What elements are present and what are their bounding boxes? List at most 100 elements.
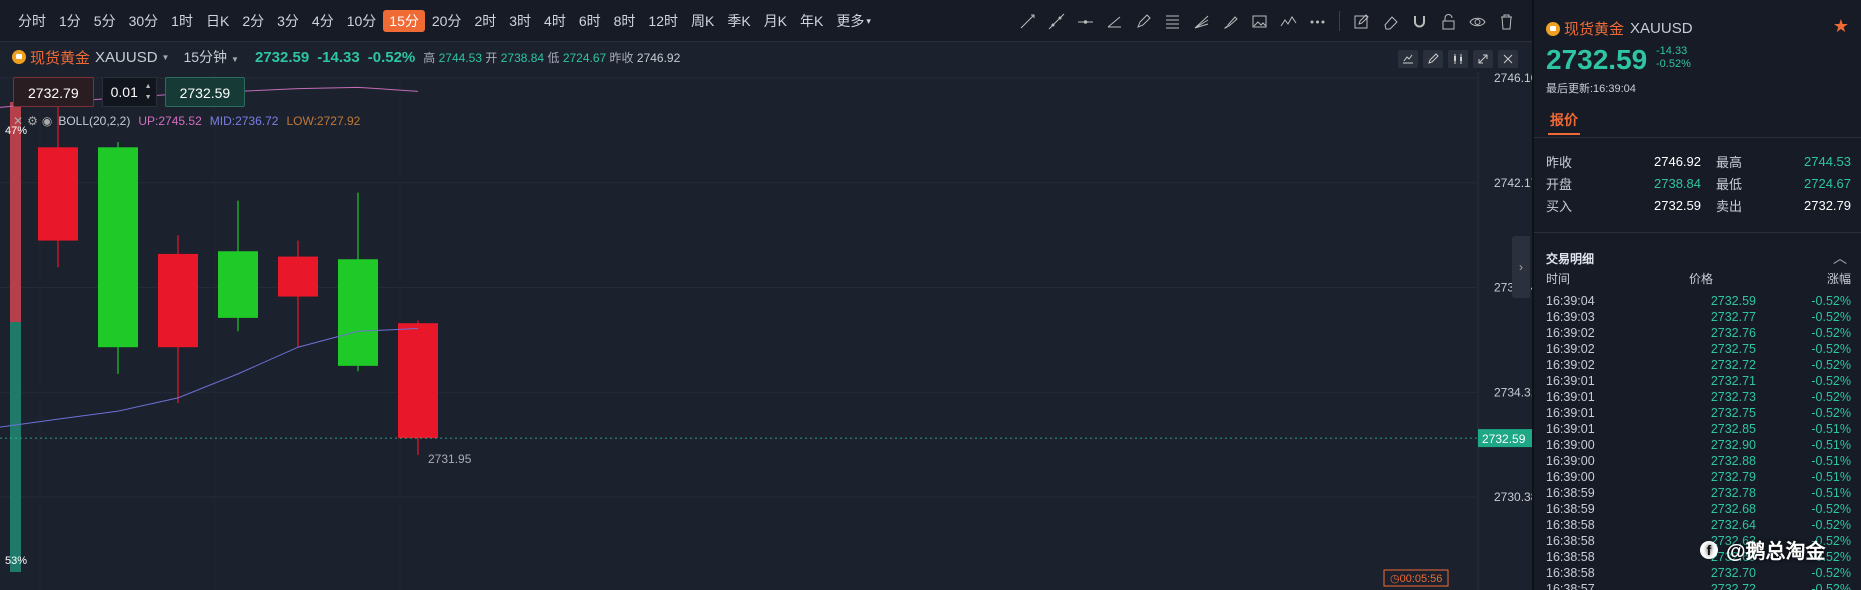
trade-change: -0.52% xyxy=(1811,390,1851,404)
collapse-panel-button[interactable]: › xyxy=(1512,236,1530,298)
divider xyxy=(1534,232,1861,233)
quantity-stepper[interactable]: 0.01 ▲ ▼ xyxy=(101,77,157,107)
fibonacci-icon[interactable] xyxy=(1161,10,1184,33)
period-2[interactable]: 5分 xyxy=(88,10,122,32)
fullscreen-icon[interactable] xyxy=(1473,50,1493,68)
prev-close-value: 2746.92 xyxy=(636,50,681,65)
period-3[interactable]: 30分 xyxy=(123,10,165,32)
panel-header: 现货黄金 XAUUSD xyxy=(1546,18,1693,39)
fan-icon[interactable] xyxy=(1190,10,1213,33)
horizontal-line-icon[interactable] xyxy=(1074,10,1097,33)
trend-angle-icon[interactable] xyxy=(1103,10,1126,33)
close-icon[interactable] xyxy=(1498,50,1518,68)
col-time: 时间 xyxy=(1546,272,1571,286)
quote-label: 最高 xyxy=(1716,154,1743,170)
trade-time: 16:39:00 xyxy=(1546,454,1595,468)
interval-label: 15分钟 xyxy=(183,49,228,65)
eye-icon[interactable]: ◉ xyxy=(42,114,52,128)
magnet-icon[interactable] xyxy=(1408,10,1431,33)
period-16[interactable]: 8时 xyxy=(608,10,642,32)
candle-style-icon[interactable] xyxy=(1448,50,1468,68)
quote-value: 2732.59 xyxy=(1654,197,1701,213)
more-periods-button[interactable]: 更多 ▾ xyxy=(830,10,877,32)
y-tick-label: 2742.17 xyxy=(1494,176,1532,190)
period-1[interactable]: 1分 xyxy=(53,10,87,32)
symbol-dropdown-icon[interactable]: ▼ xyxy=(162,53,170,62)
trade-change: -0.52% xyxy=(1811,310,1851,324)
symbol-name[interactable]: 现货黄金 xyxy=(30,47,90,68)
ohlc-summary: 高 2744.53 开 2738.84 低 2724.67 昨收 2746.92 xyxy=(423,49,680,66)
period-4[interactable]: 1时 xyxy=(165,10,199,32)
quote-row: 开盘 2738.84 最低 2724.67 xyxy=(1546,172,1851,194)
tab-quote[interactable]: 报价 xyxy=(1550,110,1578,130)
period-0[interactable]: 分时 xyxy=(12,10,52,32)
chart-type-icon[interactable] xyxy=(1398,50,1418,68)
period-5[interactable]: 日K xyxy=(200,10,235,32)
period-12[interactable]: 2时 xyxy=(468,10,502,32)
toolbar-separator xyxy=(1339,11,1340,31)
chevron-up-icon[interactable]: ︿ xyxy=(1833,248,1847,268)
period-18[interactable]: 周K xyxy=(685,10,720,32)
favorite-star-icon[interactable]: ★ xyxy=(1833,16,1849,37)
price-chart[interactable]: 2746.102742.172738.242734.312730.3847%53… xyxy=(0,72,1532,590)
period-toolbar: 分时 1分 5分 30分 1时 日K 2分 3分 4分 10分 15分 20分 2时 3时 4时 6时 8时 12… xyxy=(0,0,1532,42)
trade-change: -0.52% xyxy=(1811,582,1851,590)
trade-price: 2732.72 xyxy=(1710,582,1756,590)
ray-icon[interactable] xyxy=(1016,10,1039,33)
close-indicator-icon[interactable]: ✕ xyxy=(13,114,23,128)
trade-change: -0.52% xyxy=(1811,342,1851,356)
trade-price: 2732.85 xyxy=(1710,422,1756,436)
trade-time: 16:38:57 xyxy=(1546,582,1595,590)
period-11[interactable]: 20分 xyxy=(426,10,468,32)
prev-close-label: 昨收 xyxy=(609,50,634,65)
period-20[interactable]: 月K xyxy=(758,10,793,32)
buy-button[interactable]: 2732.59 xyxy=(164,77,246,107)
candle-body xyxy=(98,147,138,348)
brush-icon[interactable] xyxy=(1219,10,1242,33)
boll-legend: ✕ ⚙ ◉ BOLL(20,2,2) UP:2745.52 MID:2736.7… xyxy=(13,113,360,129)
period-15[interactable]: 6时 xyxy=(573,10,607,32)
interval-selector[interactable]: 15分钟 ▼ xyxy=(183,47,239,67)
image-icon[interactable] xyxy=(1248,10,1271,33)
lock-icon[interactable] xyxy=(1437,10,1460,33)
period-14[interactable]: 4时 xyxy=(538,10,572,32)
trade-change: -0.52% xyxy=(1811,358,1851,372)
symbol-code[interactable]: XAUUSD xyxy=(95,49,158,66)
trade-time: 16:39:02 xyxy=(1546,358,1595,372)
period-13[interactable]: 3时 xyxy=(503,10,537,32)
trash-icon[interactable] xyxy=(1495,10,1518,33)
last-price-tag: 2732.59 xyxy=(1482,432,1526,446)
zigzag-icon[interactable] xyxy=(1277,10,1300,33)
trades-header: 时间 价格 涨幅 xyxy=(1546,270,1851,287)
last-updated: 最后更新:16:39:04 xyxy=(1546,83,1636,95)
eye-icon[interactable] xyxy=(1466,10,1489,33)
trade-price: 2732.73 xyxy=(1710,390,1756,404)
trade-price: 2732.78 xyxy=(1710,486,1756,500)
pen-icon[interactable] xyxy=(1132,10,1155,33)
settings-icon[interactable]: ⚙ xyxy=(27,114,38,128)
period-17[interactable]: 12时 xyxy=(642,10,684,32)
sell-button[interactable]: 2732.79 xyxy=(13,77,94,107)
trade-time: 16:38:58 xyxy=(1546,518,1595,532)
edit-note-icon[interactable] xyxy=(1350,10,1373,33)
period-10[interactable]: 15分 xyxy=(383,9,425,32)
period-7[interactable]: 3分 xyxy=(271,10,305,32)
low-marker-label: 2731.95 xyxy=(428,452,472,466)
trade-time: 16:38:58 xyxy=(1546,566,1595,580)
more-dots-icon[interactable] xyxy=(1306,10,1329,33)
period-21[interactable]: 年K xyxy=(794,10,829,32)
extended-line-icon[interactable] xyxy=(1045,10,1068,33)
candle-body xyxy=(218,251,258,318)
high-label: 高 xyxy=(423,50,436,65)
period-19[interactable]: 季K xyxy=(721,10,756,32)
period-9[interactable]: 10分 xyxy=(341,10,383,32)
stepper-arrows-icon[interactable]: ▲ ▼ xyxy=(145,81,152,103)
period-6[interactable]: 2分 xyxy=(236,10,270,32)
trade-time: 16:39:03 xyxy=(1546,310,1595,324)
eraser-icon[interactable] xyxy=(1379,10,1402,33)
draw-pen-icon[interactable] xyxy=(1423,50,1443,68)
trade-row: 16:39:01 2732.75 -0.52% xyxy=(1546,405,1851,421)
trade-change: -0.52% xyxy=(1811,502,1851,516)
period-8[interactable]: 4分 xyxy=(306,10,340,32)
trade-price: 2732.72 xyxy=(1710,358,1756,372)
